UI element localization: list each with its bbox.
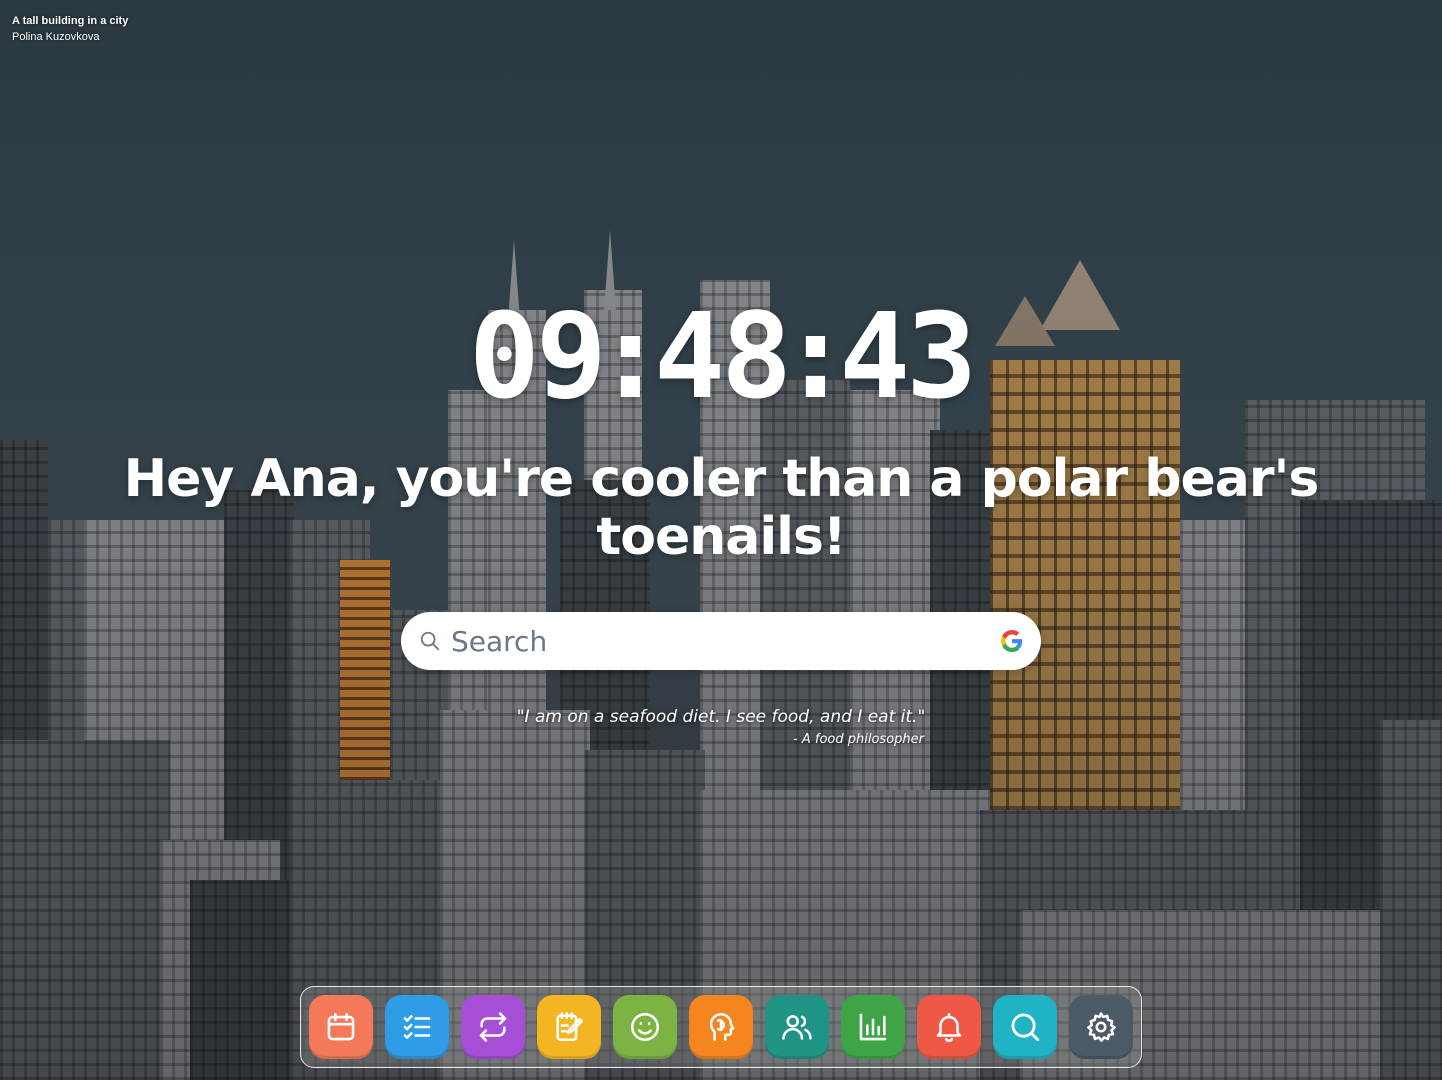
calendar-icon: [327, 1012, 355, 1041]
photo-credit: A tall building in a city Polina Kuzovko…: [12, 13, 128, 45]
dock-calendar-button[interactable]: [309, 995, 373, 1059]
dock-search-button[interactable]: [993, 995, 1057, 1059]
search-input[interactable]: [449, 620, 1001, 662]
bar-chart-icon: [859, 1013, 887, 1041]
brain-head-icon: [709, 1012, 735, 1042]
dock-settings-button[interactable]: [1069, 995, 1133, 1059]
checklist-icon: [403, 1015, 431, 1039]
quote: "I am on a seafood diet. I see food, and…: [0, 706, 1442, 747]
search-icon: [1011, 1013, 1040, 1042]
clock-separator: :: [780, 287, 851, 425]
dock-reminders-button[interactable]: [917, 995, 981, 1059]
clock-separator: :: [594, 287, 666, 425]
dock-mind-button[interactable]: [689, 995, 753, 1059]
gear-icon: [1087, 1012, 1116, 1042]
bell-icon: [936, 1012, 962, 1043]
app-dock: [300, 986, 1142, 1068]
dock-contacts-button[interactable]: [765, 995, 829, 1059]
google-icon[interactable]: [1001, 630, 1023, 652]
clock-seconds: 43: [839, 287, 977, 425]
notepad-icon: [556, 1012, 584, 1042]
dock-stats-button[interactable]: [841, 995, 905, 1059]
smiley-icon: [630, 1012, 660, 1042]
quote-author: - A food philosopher: [793, 732, 924, 747]
search-bar[interactable]: [401, 612, 1041, 670]
clock-hours: 09: [468, 287, 607, 425]
dock-notes-button[interactable]: [537, 995, 601, 1059]
clock-minutes: 48: [653, 287, 792, 425]
greeting-message: Hey Ana, you're cooler than a polar bear…: [123, 449, 1320, 567]
dock-habits-button[interactable]: [461, 995, 525, 1059]
photo-title[interactable]: A tall building in a city: [12, 13, 128, 29]
photo-author[interactable]: Polina Kuzovkova: [12, 29, 128, 45]
dock-todo-button[interactable]: [385, 995, 449, 1059]
search-icon: [419, 630, 441, 652]
repeat-icon: [479, 1012, 507, 1042]
people-icon: [782, 1015, 812, 1040]
quote-text: "I am on a seafood diet. I see food, and…: [516, 707, 926, 727]
clock: 09:48:43: [0, 296, 1442, 416]
dock-mood-button[interactable]: [613, 995, 677, 1059]
